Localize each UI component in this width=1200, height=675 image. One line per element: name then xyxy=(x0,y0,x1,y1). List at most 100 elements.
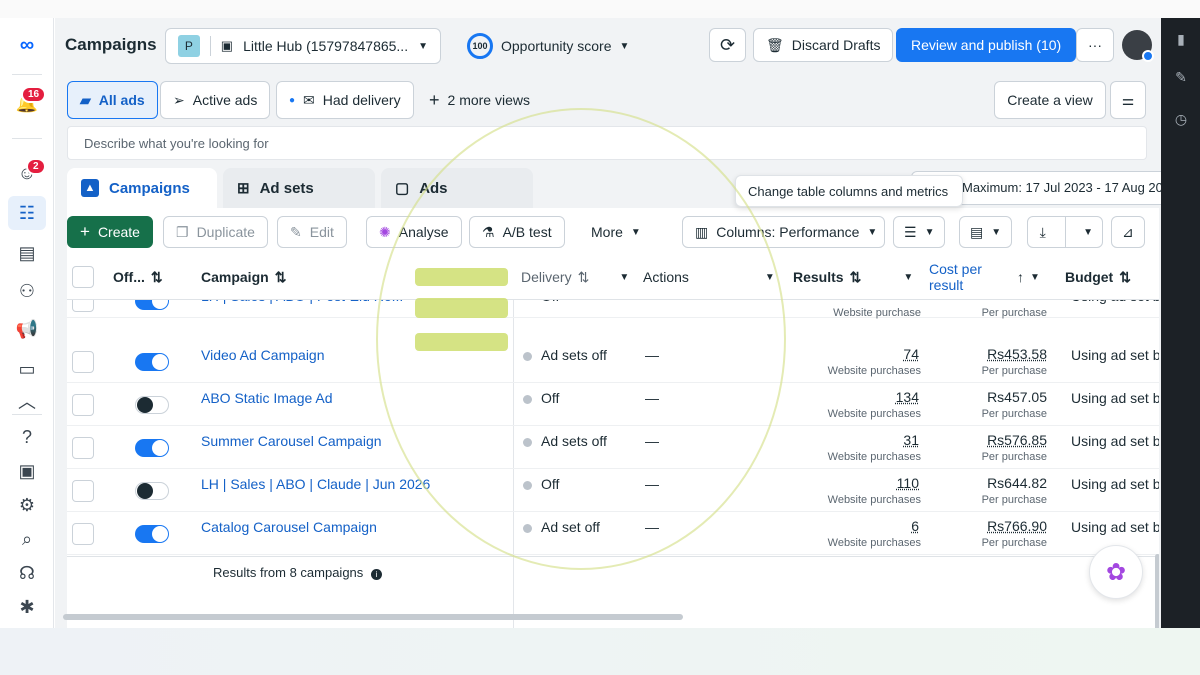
chevron-up-icon[interactable]: ︿ xyxy=(14,388,40,414)
search-input[interactable]: Describe what you're looking for xyxy=(67,126,1147,160)
view-settings-button[interactable]: ⚌ xyxy=(1110,81,1146,119)
delivery-status: Off xyxy=(541,476,560,492)
row-checkbox[interactable] xyxy=(72,437,94,459)
support-headset-icon[interactable]: ☊ xyxy=(14,560,40,586)
col-budget[interactable]: Budget ⇅ xyxy=(1065,254,1131,300)
more-dropdown[interactable]: More ▼ xyxy=(579,216,653,248)
campaign-name-link[interactable]: Catalog Carousel Campaign xyxy=(201,519,377,535)
tab-ad-sets[interactable]: ⊞ Ad sets xyxy=(223,168,375,208)
col-delivery[interactable]: Delivery ⇅ ▼ xyxy=(521,254,629,300)
watermark-bar xyxy=(415,333,508,351)
results-sub: Website purchases xyxy=(827,537,921,549)
view-active-ads[interactable]: ➢ Active ads xyxy=(160,81,271,119)
more-options-button[interactable]: ··· xyxy=(1076,28,1114,62)
chart-button[interactable]: ⊿ xyxy=(1111,216,1145,248)
table-icon[interactable]: ☷ xyxy=(8,196,46,230)
audience-icon[interactable]: ⚇ xyxy=(14,278,40,304)
breakdown-dropdown[interactable]: ☰ ▼ xyxy=(893,216,946,248)
account-selector[interactable]: P ▣ Little Hub (15797847865... ▼ xyxy=(165,28,441,64)
facebook-icon xyxy=(1142,50,1154,62)
opportunity-score[interactable]: 100 Opportunity score ▼ xyxy=(455,28,641,64)
duplicate-icon: ❐ xyxy=(176,223,189,240)
report-icon[interactable]: ▣ xyxy=(14,458,40,484)
search-icon[interactable]: ⌕ xyxy=(14,526,40,552)
row-checkbox[interactable] xyxy=(72,394,94,416)
row-checkbox[interactable] xyxy=(72,351,94,373)
more-views-button[interactable]: + 2 more views xyxy=(417,81,542,119)
results-sub: Website purchases xyxy=(827,451,921,463)
cost-sub: Per purchase xyxy=(981,494,1047,506)
pages-icon[interactable]: ▤ xyxy=(14,240,40,266)
clock-icon[interactable]: ◷ xyxy=(1172,110,1190,128)
billing-card-icon[interactable]: ▭ xyxy=(14,356,40,382)
page-title: Campaigns xyxy=(65,35,157,54)
delivery-status: Ad sets off xyxy=(541,433,607,449)
row-checkbox[interactable] xyxy=(72,523,94,545)
sort-icon: ⇅ xyxy=(150,268,163,285)
row-toggle[interactable] xyxy=(135,482,169,500)
edit-pencil-icon[interactable]: ✎ xyxy=(1172,68,1190,86)
col-actions[interactable]: Actions ▼ xyxy=(643,254,775,300)
campaign-name-link[interactable]: ABO Static Image Ad xyxy=(201,390,333,406)
download-icon: ⤓ xyxy=(1039,223,1046,240)
table-row[interactable]: Video Ad Campaign Ad sets off — 74 Websi… xyxy=(67,340,1159,383)
col-campaign[interactable]: Campaign ⇅ xyxy=(201,254,286,300)
chevron-down-icon: ▼ xyxy=(924,226,935,238)
ai-assistant-button[interactable]: ✿ xyxy=(1089,545,1143,599)
row-checkbox[interactable] xyxy=(72,480,94,502)
table-row[interactable]: ABO Static Image Ad Off — 134 Website pu… xyxy=(67,383,1159,426)
create-view-button[interactable]: Create a view xyxy=(994,81,1106,119)
table-row[interactable]: Summer Carousel Campaign Ad sets off — 3… xyxy=(67,426,1159,469)
table-row[interactable]: Catalog Carousel Campaign Ad set off — 6… xyxy=(67,512,1159,555)
right-sidebar: ▮ ✎ ◷ xyxy=(1161,18,1200,630)
vertical-scrollbar[interactable] xyxy=(1155,554,1159,628)
columns-dropdown[interactable]: ▥ Columns: Performance ▼ xyxy=(682,216,885,248)
campaign-name-link[interactable]: LH | Sales | ABO | Claude | Jun 2026 xyxy=(201,476,430,492)
campaign-name-link[interactable]: Summer Carousel Campaign xyxy=(201,433,382,449)
results-sub: Website purchase xyxy=(833,307,921,319)
info-icon[interactable]: i xyxy=(370,569,382,580)
row-toggle[interactable] xyxy=(135,396,169,414)
select-all-checkbox[interactable] xyxy=(72,266,94,288)
col-onoff[interactable]: Off... ⇅ xyxy=(113,254,163,300)
refresh-icon: ⟳ xyxy=(720,34,736,55)
actions-value: — xyxy=(645,476,659,492)
discard-drafts-button[interactable]: 🗑 Discard Drafts xyxy=(753,28,894,62)
face-badge: 2 xyxy=(26,158,46,175)
reports-dropdown[interactable]: ▤ ▼ xyxy=(959,216,1013,248)
tab-ads[interactable]: ▢ Ads xyxy=(381,168,533,208)
megaphone-icon[interactable]: 📢 xyxy=(14,316,40,342)
col-cost[interactable]: Cost per result ↑ ▼ xyxy=(929,254,1049,300)
edit-button[interactable]: ✎ Edit xyxy=(277,216,347,248)
tab-campaigns[interactable]: ▲ Campaigns xyxy=(67,168,217,208)
view-had-delivery[interactable]: ● ✉ Had delivery xyxy=(276,81,414,119)
col-results[interactable]: Results ⇅ ▼ xyxy=(793,254,913,300)
analyse-button[interactable]: ✺ Analyse xyxy=(366,216,462,248)
meta-logo-icon[interactable]: ∞ xyxy=(14,32,40,58)
create-button[interactable]: + Create xyxy=(67,216,153,248)
row-toggle[interactable] xyxy=(135,439,169,457)
main-area: Campaigns P ▣ Little Hub (15797847865...… xyxy=(55,18,1200,630)
refresh-button[interactable]: ⟳ xyxy=(709,28,747,62)
row-toggle[interactable] xyxy=(135,353,169,371)
duplicate-button[interactable]: ❐ Duplicate xyxy=(163,216,268,248)
ab-test-button[interactable]: ⚗ A/B test xyxy=(469,216,565,248)
review-publish-button[interactable]: Review and publish (10) xyxy=(896,28,1077,62)
date-range-label: Maximum: 17 Jul 2023 - 17 Aug 2026 xyxy=(962,180,1178,195)
table-row[interactable]: LH | Sales | ABO | Claude | Jun 2026 Off… xyxy=(67,469,1159,512)
view-all-ads[interactable]: ▰ All ads xyxy=(67,81,158,119)
settings-gear-icon[interactable]: ⚙ xyxy=(14,492,40,518)
col-budget-label: Budget xyxy=(1065,269,1114,285)
line-chart-icon: ⊿ xyxy=(1122,223,1134,240)
horizontal-scrollbar[interactable] xyxy=(63,614,683,620)
bug-icon[interactable]: ✱ xyxy=(14,594,40,620)
campaign-name-link[interactable]: Video Ad Campaign xyxy=(201,347,325,363)
cost-sub: Per purchase xyxy=(981,537,1047,549)
row-toggle[interactable] xyxy=(135,525,169,543)
help-icon[interactable]: ? xyxy=(14,424,40,450)
discard-label: Discard Drafts xyxy=(791,37,881,53)
profile-avatar[interactable] xyxy=(1122,30,1154,62)
opportunity-label: Opportunity score xyxy=(501,38,612,54)
bar-chart-icon[interactable]: ▮ xyxy=(1172,30,1190,48)
export-button[interactable]: ⤓ ▼ xyxy=(1027,216,1103,248)
